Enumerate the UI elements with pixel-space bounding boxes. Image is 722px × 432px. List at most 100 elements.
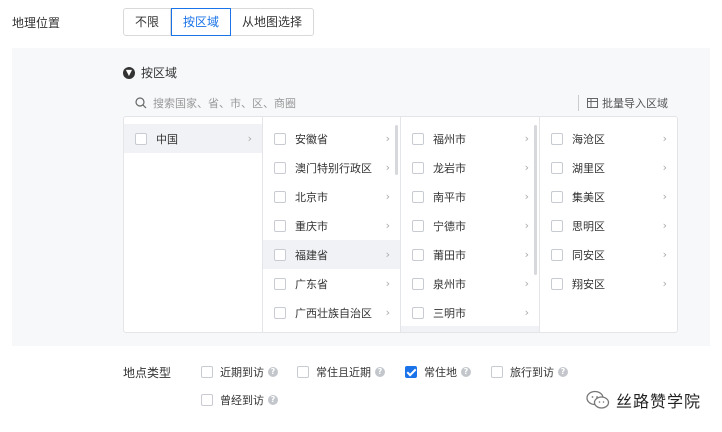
horizontal-scrollbar[interactable] [401, 326, 539, 332]
checkbox[interactable] [201, 394, 213, 406]
list-item[interactable]: 澳门特别行政区 › [263, 153, 400, 182]
checkbox[interactable] [551, 277, 563, 290]
option-label: 常住地 [424, 366, 457, 379]
chevron-down-icon: ▼ [123, 66, 135, 79]
batch-import-label: 批量导入区域 [602, 97, 668, 110]
option-past-visit[interactable]: 曾经到访 ? [201, 392, 278, 408]
chevron-right-icon: › [662, 160, 667, 174]
scrollbar[interactable] [395, 125, 398, 175]
search-input[interactable]: 搜索国家、省、市、区、商圈 [153, 95, 296, 111]
option-recent-visit[interactable]: 近期到访 ? [201, 364, 278, 380]
checkbox[interactable] [412, 132, 424, 145]
geo-mode-segmented-control: 不限 按区域 从地图选择 [123, 8, 315, 36]
batch-import-button[interactable]: 批量导入区域 [578, 95, 668, 111]
list-item[interactable]: 安徽省 › [263, 124, 400, 153]
checkbox[interactable] [491, 366, 503, 378]
option-resident[interactable]: 常住地 ? [405, 364, 471, 380]
help-icon[interactable]: ? [268, 395, 278, 405]
chevron-right-icon: › [385, 276, 390, 290]
help-icon[interactable]: ? [558, 367, 568, 377]
checkbox[interactable] [412, 277, 424, 290]
list-item[interactable]: 泉州市 › [401, 269, 539, 298]
checkbox[interactable] [274, 248, 286, 261]
help-icon[interactable]: ? [461, 367, 471, 377]
checkbox[interactable] [274, 306, 286, 319]
list-item[interactable]: 同安区 › [540, 240, 677, 269]
option-travel-visit[interactable]: 旅行到访 ? [491, 364, 568, 380]
item-label: 湖里区 [572, 161, 605, 175]
item-label: 龙岩市 [433, 161, 466, 175]
checkbox[interactable] [551, 219, 563, 232]
chevron-right-icon: › [385, 305, 390, 319]
list-item[interactable]: 中国 › [124, 124, 262, 153]
tab-unlimited[interactable]: 不限 [124, 9, 172, 35]
checkbox[interactable] [412, 306, 424, 319]
checkbox[interactable] [412, 161, 424, 174]
checkbox[interactable] [297, 366, 309, 378]
item-label: 广西壮族自治区 [295, 306, 372, 320]
list-item[interactable]: 翔安区 › [540, 269, 677, 298]
checkbox[interactable] [551, 132, 563, 145]
item-label: 重庆市 [295, 219, 328, 233]
option-resident-recent[interactable]: 常住且近期 ? [297, 364, 385, 380]
checkbox[interactable] [274, 219, 286, 232]
list-item[interactable]: 宁德市 › [401, 211, 539, 240]
list-item[interactable]: 重庆市 › [263, 211, 400, 240]
scrollbar[interactable] [534, 125, 537, 275]
help-icon[interactable]: ? [268, 367, 278, 377]
search-icon [135, 97, 147, 109]
chevron-right-icon: › [385, 131, 390, 145]
list-item[interactable]: 龙岩市 › [401, 153, 539, 182]
item-label: 安徽省 [295, 132, 328, 146]
checkbox[interactable] [274, 190, 286, 203]
chevron-right-icon: › [524, 305, 529, 319]
item-label: 集美区 [572, 190, 605, 204]
list-item[interactable]: 北京市 › [263, 182, 400, 211]
checkbox-checked[interactable] [405, 366, 417, 378]
list-item[interactable]: 福州市 › [401, 124, 539, 153]
item-label: 南平市 [433, 190, 466, 204]
tab-select-from-map[interactable]: 从地图选择 [231, 9, 313, 35]
region-section-title: 按区域 [141, 66, 178, 80]
district-column: 海沧区 › 湖里区 › 集美区 › 思明区 › 同安区 › 翔安区 › [540, 117, 677, 332]
city-column: 福州市 › 龙岩市 › 南平市 › 宁德市 › 莆田市 › 泉州市 › 三明市 › [401, 117, 540, 332]
region-search[interactable]: 搜索国家、省、市、区、商圈 [135, 95, 296, 111]
checkbox[interactable] [201, 366, 213, 378]
item-label: 广东省 [295, 277, 328, 291]
list-item[interactable]: 思明区 › [540, 211, 677, 240]
checkbox[interactable] [551, 161, 563, 174]
list-item[interactable]: 南平市 › [401, 182, 539, 211]
list-item[interactable]: 广西壮族自治区 › [263, 298, 400, 327]
list-item[interactable]: 福建省 › [263, 240, 400, 269]
list-item[interactable]: 广东省 › [263, 269, 400, 298]
location-type-label: 地点类型 [123, 366, 172, 380]
checkbox[interactable] [274, 132, 286, 145]
list-item[interactable]: 集美区 › [540, 182, 677, 211]
list-item[interactable]: 莆田市 › [401, 240, 539, 269]
checkbox[interactable] [135, 132, 147, 145]
checkbox[interactable] [412, 248, 424, 261]
chevron-right-icon: › [662, 276, 667, 290]
chevron-right-icon: › [385, 160, 390, 174]
chevron-right-icon: › [524, 247, 529, 261]
help-icon[interactable]: ? [375, 367, 385, 377]
grid-icon [587, 98, 598, 108]
list-item[interactable]: 三明市 › [401, 298, 539, 327]
option-label: 近期到访 [220, 366, 264, 379]
list-item[interactable]: 海沧区 › [540, 124, 677, 153]
checkbox[interactable] [412, 190, 424, 203]
checkbox[interactable] [274, 277, 286, 290]
chevron-right-icon: › [524, 131, 529, 145]
tab-by-region[interactable]: 按区域 [171, 8, 232, 36]
checkbox[interactable] [551, 248, 563, 261]
checkbox[interactable] [274, 161, 286, 174]
item-label: 中国 [156, 132, 178, 146]
list-item[interactable]: 湖里区 › [540, 153, 677, 182]
option-label: 曾经到访 [220, 394, 264, 407]
checkbox[interactable] [551, 190, 563, 203]
item-label: 同安区 [572, 248, 605, 262]
chevron-right-icon: › [524, 160, 529, 174]
checkbox[interactable] [412, 219, 424, 232]
item-label: 思明区 [572, 219, 605, 233]
region-section-header[interactable]: ▼ 按区域 [123, 64, 177, 81]
